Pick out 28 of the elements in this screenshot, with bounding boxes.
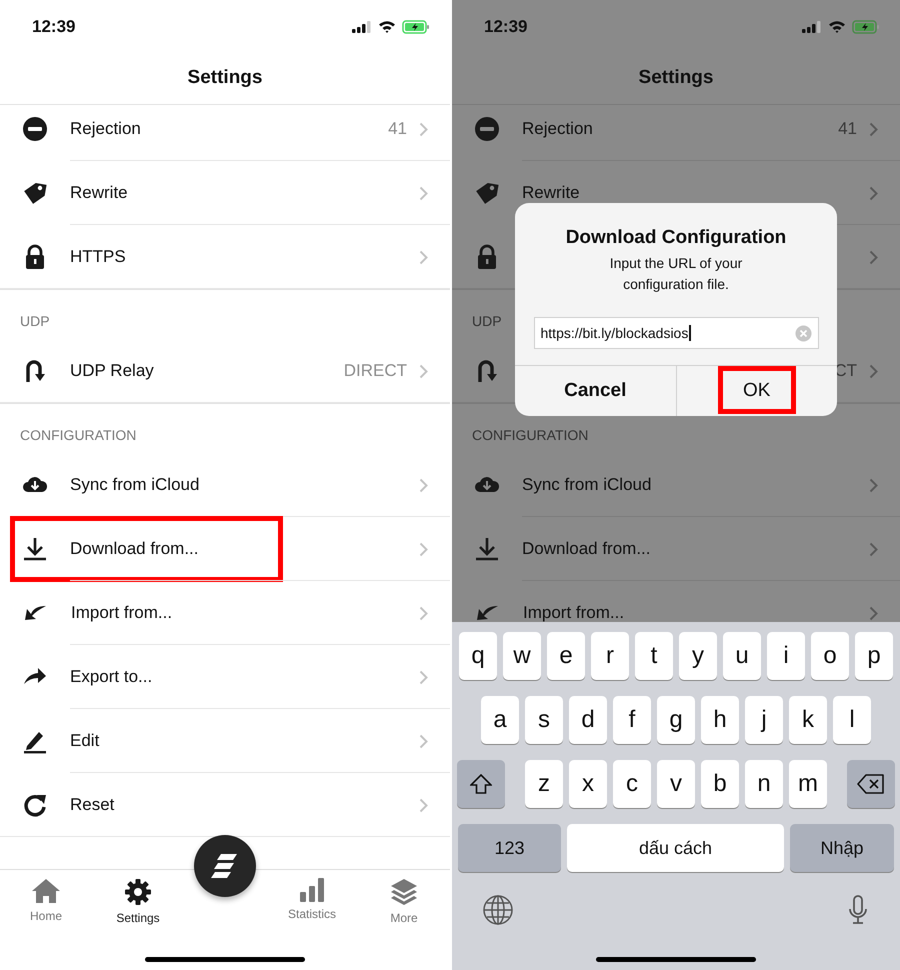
row-label: HTTPS xyxy=(70,247,126,267)
row-label: Import from... xyxy=(523,603,624,622)
row-label: Download from... xyxy=(522,539,650,559)
row-label: Edit xyxy=(70,731,100,751)
row-label: Reset xyxy=(70,795,114,815)
dialog-title: Download Configuration xyxy=(566,227,786,249)
row-label: Rewrite xyxy=(70,183,128,203)
row-label: Export to... xyxy=(70,667,152,687)
dialog-message: Input the URL of your configuration file. xyxy=(608,254,744,294)
screen-title: Settings xyxy=(638,67,714,89)
row-label: Download from... xyxy=(70,539,198,559)
section-header: UDP xyxy=(20,313,50,329)
row-label: Rewrite xyxy=(522,183,580,203)
row-value: 41 xyxy=(388,119,407,139)
row-label: Sync from iCloud xyxy=(522,475,652,495)
row-value: 41 xyxy=(838,119,857,139)
row-value: DIRECT xyxy=(344,361,407,381)
row-label: Rejection xyxy=(522,119,593,139)
row-label: Rejection xyxy=(70,119,141,139)
status-time: 12:39 xyxy=(32,16,76,36)
row-label: Import from... xyxy=(71,603,172,623)
section-header: UDP xyxy=(472,313,502,329)
row-label: Sync from iCloud xyxy=(70,475,200,495)
row-label: UDP Relay xyxy=(70,361,154,381)
section-header: CONFIGURATION xyxy=(472,427,588,443)
screen-title: Settings xyxy=(188,67,262,89)
status-time: 12:39 xyxy=(484,16,528,36)
section-header: CONFIGURATION xyxy=(20,427,136,443)
